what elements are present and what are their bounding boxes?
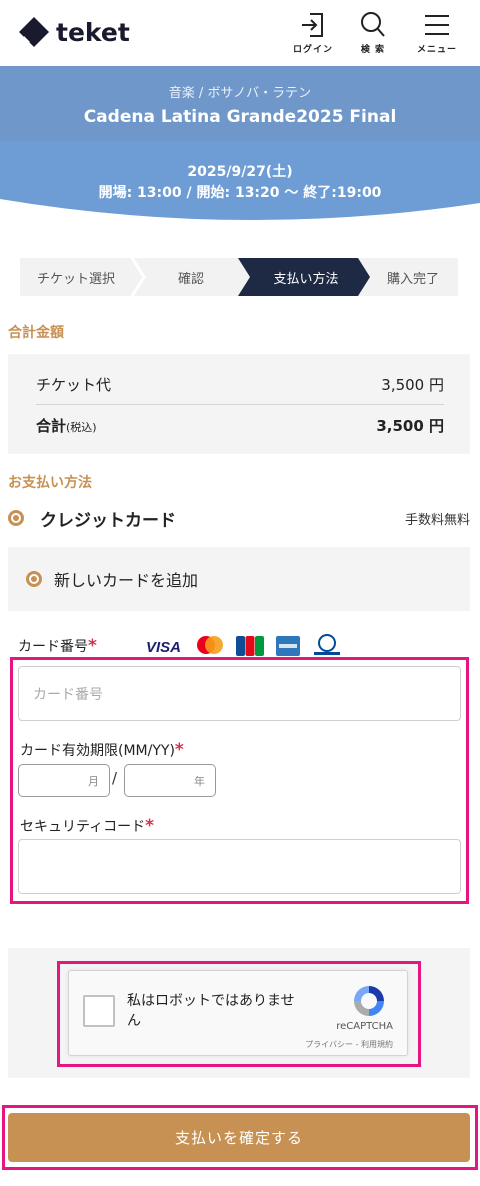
diners-club-logo-icon [314, 634, 340, 655]
card-brands: VISA [146, 634, 354, 658]
required-mark: * [174, 740, 184, 760]
recaptcha-links[interactable]: プライバシー - 利用規約 [305, 1039, 393, 1050]
ticket-price-value: 3,500 円 [381, 376, 444, 394]
event-time: 開場: 13:00 / 開始: 13:20 〜 終了:19:00 [98, 185, 382, 201]
login-label: ログイン [292, 45, 333, 55]
cvc-label-row: セキュリティコード* [20, 816, 154, 836]
expiry-separator: / [112, 769, 118, 787]
cvc-input[interactable] [18, 839, 461, 894]
card-number-label: カード番号 [18, 639, 88, 655]
ticket-price-label: チケット代 [36, 376, 112, 394]
tax-note: (税込) [66, 421, 97, 434]
svg-text:VISA: VISA [146, 639, 181, 654]
add-new-card-option[interactable]: 新しいカードを追加 [8, 547, 470, 611]
event-genre: 音楽 / ボサノバ・ラテン [168, 86, 312, 101]
expiry-year-placeholder: 年 [194, 774, 205, 788]
total-label-group: 合計(税込) [36, 415, 97, 436]
payment-section-title: お支払い方法 [8, 475, 92, 491]
visa-logo-icon: VISA [146, 639, 181, 654]
teket-logo[interactable]: teket [16, 12, 130, 52]
event-date: 2025/9/27(土) [187, 164, 293, 180]
recaptcha-checkbox[interactable] [83, 995, 115, 1027]
step-complete: 購入完了 [386, 271, 439, 287]
amex-logo-icon [276, 636, 300, 656]
credit-card-label: クレジットカード [40, 510, 176, 531]
recaptcha-widget: 私はロボットではありません reCAPTCHA プライバシー - 利用規約 [68, 970, 408, 1056]
cvc-label: セキュリティコード [20, 819, 146, 835]
hamburger-menu-icon [425, 15, 449, 35]
fee-text: 手数料無料 [404, 512, 470, 528]
menu-label: メニュー [416, 45, 457, 55]
step-ticket-select: チケット選択 [36, 271, 115, 287]
add-new-card-radio[interactable] [26, 571, 42, 587]
card-number-label-row: カード番号* [18, 636, 97, 656]
event-banner-top [0, 66, 480, 141]
totals-box: チケット代 3,500 円 合計(税込) 3,500 円 [8, 354, 470, 454]
search-icon [361, 12, 385, 37]
expiry-year-input[interactable]: 年 [124, 764, 216, 797]
total-row: 合計(税込) 3,500 円 [36, 415, 444, 436]
confirm-payment-button[interactable]: 支払いを確定する [8, 1113, 470, 1162]
menu-button[interactable]: メニュー [412, 10, 462, 60]
expiry-month-input[interactable]: 月 [18, 764, 110, 797]
expiry-label-row: カード有効期限(MM/YY)* [20, 740, 184, 760]
expiry-month-placeholder: 月 [88, 774, 99, 788]
credit-card-option[interactable]: クレジットカード 手数料無料 [8, 506, 470, 531]
event-banner: 音楽 / ボサノバ・ラテン Cadena Latina Grande2025 F… [0, 66, 480, 228]
step-confirm: 確認 [177, 271, 204, 287]
recaptcha-logo-icon [354, 986, 384, 1016]
event-title: Cadena Latina Grande2025 Final [83, 107, 397, 127]
search-label: 検 索 [360, 45, 386, 55]
totals-divider [36, 404, 444, 405]
add-new-card-label: 新しいカードを追加 [54, 571, 199, 590]
required-mark: * [88, 636, 97, 656]
step-payment-method: 支払い方法 [273, 271, 339, 287]
search-button[interactable]: 検 索 [348, 10, 398, 60]
login-icon [302, 13, 323, 37]
card-number-placeholder: カード番号 [33, 686, 103, 703]
required-mark: * [145, 816, 155, 836]
total-value: 3,500 円 [376, 417, 444, 435]
logo-text: teket [56, 17, 130, 47]
card-number-input[interactable]: カード番号 [18, 666, 461, 721]
site-header: teket ログイン 検 索 メニュー [0, 0, 480, 66]
recaptcha-text: 私はロボットではありません [127, 993, 295, 1029]
purchase-steps: チケット選択 確認 支払い方法 購入完了 [20, 258, 458, 296]
mastercard-logo-icon [197, 636, 223, 654]
teket-logo-icon [19, 17, 49, 47]
credit-card-radio[interactable] [8, 510, 24, 526]
ticket-price-row: チケット代 3,500 円 [36, 374, 444, 395]
jcb-logo-icon [236, 636, 264, 656]
recaptcha-brand: reCAPTCHA [336, 1021, 393, 1032]
expiry-label: カード有効期限(MM/YY) [20, 743, 175, 759]
login-button[interactable]: ログイン [288, 10, 338, 60]
total-section-title: 合計金額 [8, 325, 64, 341]
total-label: 合計 [36, 417, 67, 435]
